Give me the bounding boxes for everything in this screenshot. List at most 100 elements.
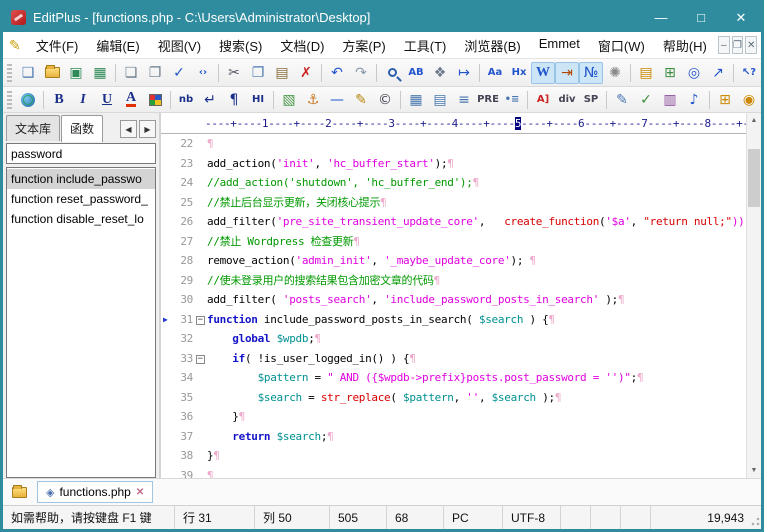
code-fold-toggle[interactable]: − (193, 310, 207, 330)
mdi-minimize-button[interactable]: – (718, 36, 730, 54)
word-wrap-button[interactable]: W (531, 62, 555, 84)
media-button[interactable]: ▥ (658, 89, 682, 111)
code-line[interactable]: 34 $pattern = " AND ({$wpdb->prefix}post… (161, 368, 746, 388)
reload-as-html-button[interactable]: ‹› (191, 62, 215, 84)
context-help-button[interactable]: ↖? (737, 62, 761, 84)
cliptext-window-button[interactable]: ▤ (634, 62, 658, 84)
fold-minus-icon[interactable]: − (196, 316, 205, 325)
editor-pane[interactable]: ----+----1----+----2----+----3----+----4… (161, 113, 761, 478)
code-line[interactable]: 22¶ (161, 134, 746, 154)
code-line[interactable]: 39¶ (161, 466, 746, 479)
color-picker-button[interactable] (143, 89, 167, 111)
resize-grip[interactable] (748, 506, 761, 529)
menu-item-编辑e[interactable]: 编辑(E) (87, 33, 148, 58)
tab-list-button[interactable] (7, 482, 31, 502)
function-list-item[interactable]: function reset_password_ (7, 189, 155, 209)
bold-button[interactable]: B (47, 89, 71, 111)
code-line[interactable]: 28remove_action('admin_init', '_maybe_up… (161, 251, 746, 271)
code-line[interactable]: 33− if( !is_user_logged_in() ) {¶ (161, 349, 746, 369)
open-file-button[interactable] (40, 62, 64, 84)
center-text-button[interactable]: ≡ (452, 89, 476, 111)
form-input-button[interactable]: ⊞ (713, 89, 737, 111)
function-list-item[interactable]: function disable_reset_lo (7, 209, 155, 229)
menu-item-方案p[interactable]: 方案(P) (333, 33, 394, 58)
tab-close-icon[interactable]: ✕ (136, 487, 144, 498)
document-window-button[interactable]: ⊞ (658, 62, 682, 84)
auto-indent-button[interactable]: ⇥ (555, 62, 579, 84)
special-characters-button[interactable]: © (373, 89, 397, 111)
sidebar-tab-函数[interactable]: 函数 (61, 115, 103, 142)
sidebar-tab-scroll-right-icon[interactable]: ▶ (139, 120, 156, 138)
script-check-button[interactable]: ✓ (634, 89, 658, 111)
mdi-close-button[interactable]: ✕ (745, 36, 757, 54)
sidebar-tab-文本库[interactable]: 文本库 (6, 115, 60, 141)
find-in-files-button[interactable]: ❖ (428, 62, 452, 84)
line-break-button[interactable]: ↵ (198, 89, 222, 111)
save-button[interactable]: ▣ (64, 62, 88, 84)
font-tag-button[interactable]: A] (531, 89, 555, 111)
maximize-button[interactable]: □ (681, 3, 721, 32)
menu-item-工具t[interactable]: 工具(T) (395, 33, 456, 58)
spell-check-button[interactable]: ✓ (167, 62, 191, 84)
save-all-button[interactable]: ▦ (88, 62, 112, 84)
menu-item-帮助h[interactable]: 帮助(H) (654, 33, 716, 58)
print-button[interactable]: ❐ (143, 62, 167, 84)
menu-item-窗口w[interactable]: 窗口(W) (589, 33, 654, 58)
table-cell-button[interactable]: ▤ (428, 89, 452, 111)
menu-item-emmet[interactable]: Emmet (530, 33, 589, 58)
scroll-down-icon[interactable]: ▼ (747, 463, 761, 478)
preferences-button[interactable]: ✺ (603, 62, 627, 84)
document-tab-functions-php[interactable]: ◈ functions.php ✕ (37, 481, 153, 503)
code-line[interactable]: 35 $search = str_replace( $pattern, '', … (161, 388, 746, 408)
code-line[interactable]: 23add_action('init', 'hc_buffer_start');… (161, 154, 746, 174)
italic-button[interactable]: I (71, 89, 95, 111)
match-case-button[interactable]: Aa (483, 62, 507, 84)
code-line[interactable]: 25//禁止后台显示更新，关闭核心提示¶ (161, 193, 746, 213)
menu-item-浏览器b[interactable]: 浏览器(B) (455, 33, 529, 58)
scrollbar-thumb[interactable] (748, 149, 760, 207)
new-document-button[interactable]: ❑ (16, 62, 40, 84)
function-list-item[interactable]: function include_passwo (7, 169, 155, 189)
minimize-button[interactable]: — (641, 3, 681, 32)
code-area[interactable]: 22¶23add_action('init', 'hc_buffer_start… (161, 134, 746, 478)
code-line[interactable]: 36 }¶ (161, 407, 746, 427)
underline-button[interactable]: U (95, 89, 119, 111)
redo-button[interactable]: ↷ (349, 62, 373, 84)
menu-item-视图v[interactable]: 视图(V) (149, 33, 210, 58)
div-tag-button[interactable]: div (555, 89, 579, 111)
paste-button[interactable]: ▤ (270, 62, 294, 84)
font-color-button[interactable]: A (119, 89, 143, 111)
code-line[interactable]: 24//add_action('shutdown', 'hc_buffer_en… (161, 173, 746, 193)
toolbar-grip[interactable] (7, 91, 12, 109)
code-line[interactable]: 37 return $search;¶ (161, 427, 746, 447)
line-numbers-button[interactable]: № (579, 62, 603, 84)
delete-button[interactable]: ✗ (294, 62, 318, 84)
menu-item-文件f[interactable]: 文件(F) (27, 33, 88, 58)
undo-button[interactable]: ↶ (325, 62, 349, 84)
remote-open-button[interactable]: ◎ (682, 62, 706, 84)
form-radio-button[interactable]: ◉ (737, 89, 761, 111)
code-line[interactable]: 29//使未登录用户的搜索结果包含加密文章的代码¶ (161, 271, 746, 291)
title-bar[interactable]: EditPlus - [functions.php - C:\Users\Adm… (3, 3, 761, 32)
list-button[interactable]: •≡ (500, 89, 524, 111)
sidebar-tab-scroll-left-icon[interactable]: ◀ (120, 120, 137, 138)
scroll-up-icon[interactable]: ▲ (747, 113, 761, 128)
replace-button[interactable]: AB (404, 62, 428, 84)
view-in-browser-button[interactable]: ↗ (706, 62, 730, 84)
preformatted-button[interactable]: PRE (476, 89, 500, 111)
menu-item-搜索s[interactable]: 搜索(S) (210, 33, 271, 58)
toolbar-grip[interactable] (7, 64, 12, 82)
image-button[interactable]: ▧ (277, 89, 301, 111)
browser-button[interactable] (16, 89, 40, 111)
print-preview-button[interactable]: ❏ (119, 62, 143, 84)
mdi-restore-button[interactable]: ❐ (732, 36, 744, 54)
function-search-input[interactable] (6, 143, 156, 164)
menu-item-文档d[interactable]: 文档(D) (271, 33, 333, 58)
table-button[interactable]: ▦ (404, 89, 428, 111)
nonbreaking-space-button[interactable]: nb (174, 89, 198, 111)
horizontal-rule-button[interactable]: — (325, 89, 349, 111)
code-line[interactable]: 38}¶ (161, 446, 746, 466)
comment-note-button[interactable]: ✎ (349, 89, 373, 111)
find-button[interactable] (380, 62, 404, 84)
vertical-scrollbar[interactable]: ▲ ▼ (746, 113, 761, 478)
